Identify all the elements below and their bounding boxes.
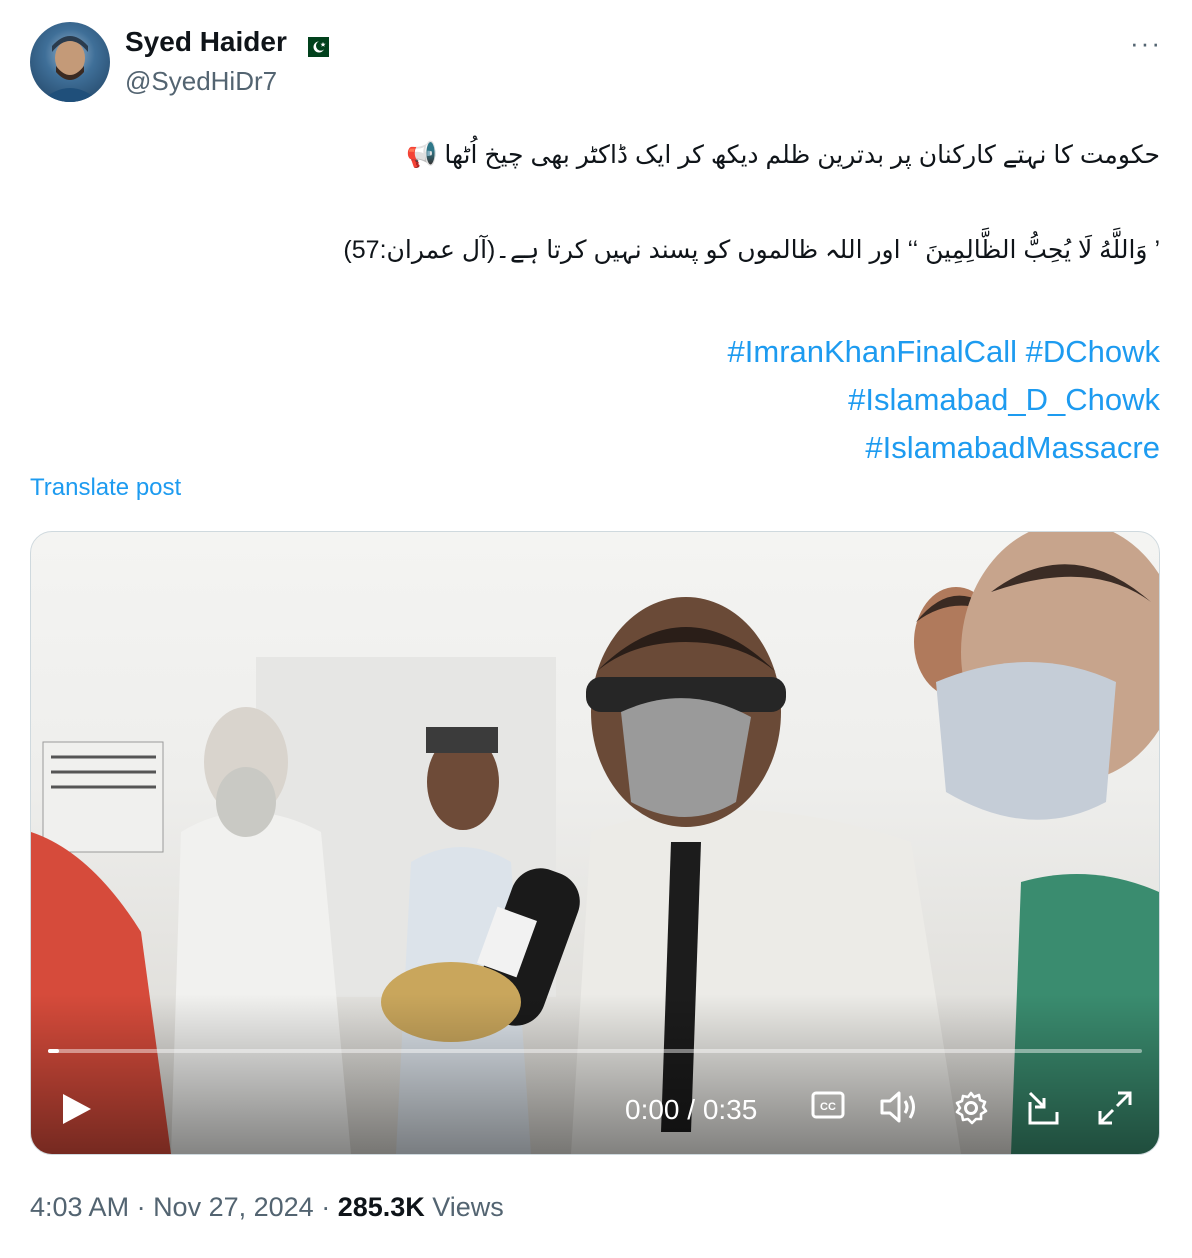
more-options-button[interactable]: ··· <box>1130 28 1162 59</box>
hashtag-link[interactable]: #Islamabad_D_Chowk <box>728 376 1160 424</box>
post-text-line-1: حکومت کا نہتے کارکنان پر بدترین ظلم دیکھ… <box>406 141 1160 169</box>
dock-icon[interactable] <box>1027 1090 1063 1131</box>
hashtag-list: #ImranKhanFinalCall #DChowk #Islamabad_D… <box>728 328 1160 472</box>
hashtag-link[interactable]: #ImranKhanFinalCall #DChowk <box>728 328 1160 376</box>
avatar[interactable] <box>30 22 110 102</box>
translate-post-link[interactable]: Translate post <box>30 474 181 502</box>
video-time: 0:00 / 0:35 <box>625 1094 758 1125</box>
settings-icon[interactable] <box>953 1090 989 1131</box>
video-progress-bar[interactable] <box>48 1049 1142 1053</box>
svg-text:CC: CC <box>820 1101 836 1113</box>
post-text-line-2: ’ وَاللَّهُ لَا يُحِبُّ الظَّالِمِينَ ‘‘… <box>343 236 1160 264</box>
views-count: 285.3K <box>337 1192 425 1222</box>
post-time[interactable]: 4:03 AM <box>30 1192 129 1222</box>
pakistan-flag-icon <box>300 32 329 57</box>
controls-gradient <box>31 994 1159 1154</box>
post-meta: 4:03 AM · Nov 27, 2024 · 285.3K Views <box>30 1192 504 1223</box>
fullscreen-icon[interactable] <box>1097 1090 1133 1131</box>
views-label: Views <box>424 1192 504 1222</box>
cc-icon[interactable]: CC <box>811 1090 845 1125</box>
hashtag-link[interactable]: #IslamabadMassacre <box>728 424 1160 472</box>
volume-icon[interactable] <box>879 1090 919 1129</box>
video-progress-fill <box>48 1049 59 1053</box>
play-icon[interactable] <box>61 1092 93 1131</box>
post-date[interactable]: Nov 27, 2024 <box>153 1192 314 1222</box>
meta-separator: · <box>313 1192 338 1222</box>
meta-separator: · <box>129 1192 154 1222</box>
author-handle[interactable]: @SyedHiDr7 <box>125 66 277 97</box>
video-player[interactable]: 0:00 / 0:35 CC <box>30 531 1160 1155</box>
author-display-name[interactable]: Syed Haider <box>125 26 287 58</box>
author-name-row[interactable]: Syed Haider <box>125 26 329 58</box>
